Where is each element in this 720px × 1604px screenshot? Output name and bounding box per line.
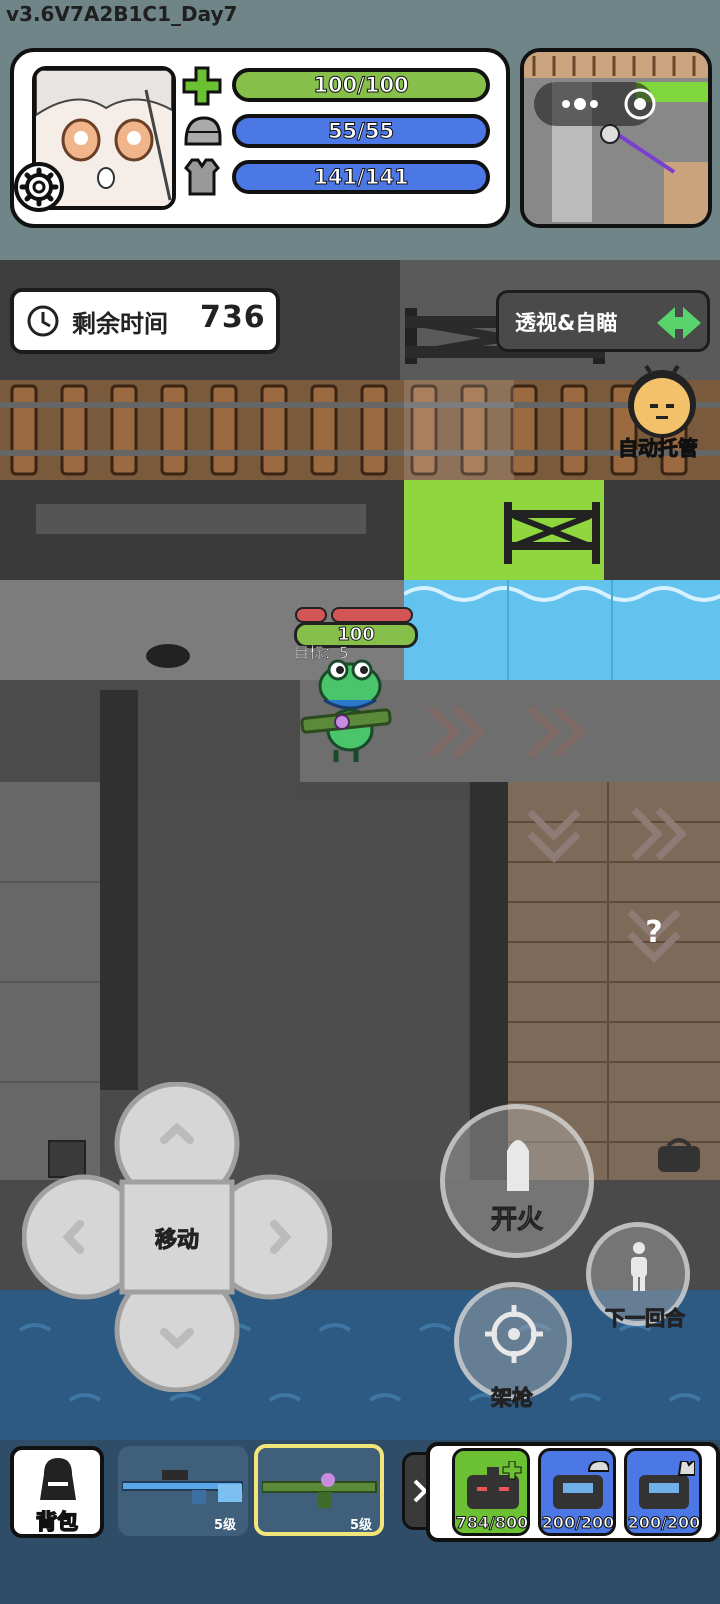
backpack-icon [40, 1458, 76, 1500]
wall-block [0, 480, 404, 580]
aim-label: 架枪 [491, 1386, 534, 1411]
medkit-icon [467, 1461, 522, 1509]
person-icon [631, 1242, 647, 1291]
minimap[interactable] [520, 48, 712, 228]
backpack-label: 背包 [35, 1509, 79, 1535]
duffel-bag-icon[interactable] [654, 1134, 704, 1174]
fire-label: 开火 [490, 1205, 543, 1236]
wall-block [604, 480, 720, 580]
armor-kit-count: 200/200 [627, 1513, 701, 1533]
weapon-slot-2-selected[interactable]: 5级 [254, 1444, 384, 1536]
blue-rifle-icon [122, 1470, 243, 1504]
timer-value: 736 [200, 300, 266, 335]
frog-player-character[interactable] [298, 656, 394, 766]
backpack-button[interactable]: 背包 [10, 1446, 104, 1538]
svg-text:?: ? [645, 915, 662, 950]
bullet-icon [507, 1140, 529, 1191]
helmet-kit-count: 200/200 [541, 1513, 615, 1533]
inventory-bar: 背包 5级 5级 784/800 200/200 200/200 [0, 1440, 720, 1604]
weapon2-level: 5级 [350, 1518, 373, 1533]
health-bar: 100/100 [232, 68, 490, 102]
auto-play-button[interactable]: 自动托管 [618, 364, 710, 464]
medkit-slot[interactable]: 784/800 [452, 1448, 530, 1536]
weapon1-level: 5级 [214, 1518, 237, 1533]
health-plus-icon [182, 66, 222, 106]
armor-repair-slot[interactable]: 200/200 [624, 1448, 702, 1536]
version-label: v3.6V7A2B1C1_Day7 [6, 2, 238, 26]
helmet-icon [182, 112, 222, 152]
timer-label: 剩余时间 [72, 310, 168, 338]
auto-play-label: 自动托管 [618, 436, 699, 461]
xray-aimbot-button[interactable]: 透视&自瞄 [496, 290, 710, 352]
next-round-label: 下一回合 [605, 1306, 686, 1331]
remaining-time-panel: 剩余时间 736 [10, 288, 280, 354]
green-rifle-icon [262, 1473, 377, 1508]
move-label: 移动 [154, 1228, 199, 1254]
crosshair-icon [485, 1305, 543, 1363]
clock-icon [27, 305, 59, 337]
water-tile [402, 580, 720, 680]
settings-gear-icon[interactable] [14, 162, 64, 212]
helmet-kit-icon [553, 1461, 609, 1509]
fire-button[interactable]: 开火 [440, 1104, 594, 1258]
status-panel: 100/100 55/55 141/141 [10, 48, 510, 228]
helmet-bar: 55/55 [232, 114, 490, 148]
armor-vest-icon [182, 156, 222, 196]
weapon-slot-1[interactable]: 5级 [118, 1446, 248, 1536]
xray-aimbot-label: 透视&自瞄 [515, 311, 618, 335]
grass-tile [404, 480, 604, 580]
movement-dpad[interactable]: 移动 [21, 1081, 333, 1393]
railway-track [0, 380, 720, 480]
robot-face-icon [628, 364, 696, 438]
armor-kit-icon [639, 1461, 695, 1509]
wall-pillar [100, 690, 138, 1090]
play-arrow-icon [657, 307, 701, 339]
medkit-count: 784/800 [455, 1513, 529, 1533]
armor-bar: 141/141 [232, 160, 490, 194]
helmet-repair-slot[interactable]: 200/200 [538, 1448, 616, 1536]
